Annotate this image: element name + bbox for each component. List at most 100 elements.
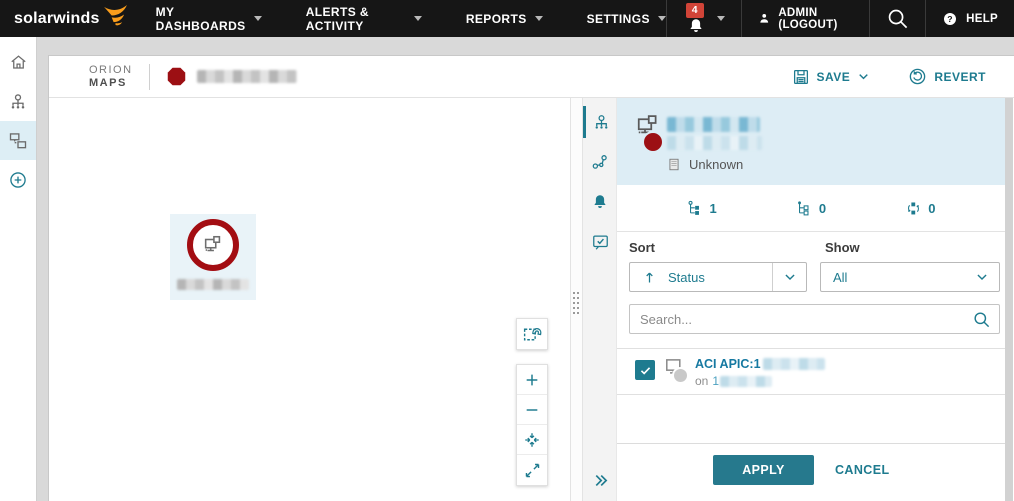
sidebar-item-maps[interactable]: [0, 121, 36, 160]
fit-to-center-button[interactable]: [517, 425, 547, 455]
chevron-down-icon: [254, 16, 262, 21]
count-child-entities-down[interactable]: 0: [796, 200, 826, 217]
plus-circle-icon: [8, 170, 28, 190]
collapse-panel-button[interactable]: [583, 468, 617, 492]
map-title-redacted: [197, 70, 297, 83]
help-menu[interactable]: ? HELP: [925, 0, 1014, 37]
entity-list-item[interactable]: ACI APIC:1 on 1: [617, 348, 1005, 395]
chevron-down-icon: [658, 16, 666, 21]
count-related-maps[interactable]: 0: [905, 200, 935, 217]
count-child-entities[interactable]: 1: [687, 200, 717, 217]
search-submit-button[interactable]: [963, 310, 999, 329]
topbar-right-cluster: 4 ADMIN (LOGOUT): [666, 0, 1014, 37]
chevron-down-icon: [857, 70, 870, 83]
left-sidebar: [0, 37, 37, 501]
lasso-magnet-icon: [522, 324, 543, 345]
user-label: ADMIN (LOGOUT): [778, 7, 853, 31]
menu-label: SETTINGS: [587, 12, 650, 26]
entity-counts-row: 1 0 0: [617, 185, 1005, 232]
entity-subtitle: on 1: [695, 374, 772, 388]
sidebar-item-home[interactable]: [0, 43, 36, 82]
show-label: Show: [825, 240, 860, 255]
solarwinds-logo[interactable]: solarwinds: [0, 10, 128, 28]
tab-recommendations[interactable]: [583, 226, 617, 258]
chevron-down-icon: [717, 16, 725, 21]
double-chevron-right-icon: [592, 472, 609, 489]
header-divider: [149, 64, 150, 90]
count-value: 0: [819, 201, 826, 216]
minus-icon: [524, 402, 540, 418]
sidebar-item-new-map[interactable]: [0, 160, 36, 199]
notification-count-badge: 4: [686, 3, 704, 18]
entity-search-box: [629, 304, 1000, 334]
menu-my-dashboards[interactable]: MY DASHBOARDS: [156, 5, 262, 33]
brand-maps: MAPS: [89, 77, 133, 90]
zoom-tool-group: [516, 364, 548, 486]
menu-label: ALERTS & ACTIVITY: [306, 5, 406, 33]
dropdown-chevron: [772, 263, 806, 291]
entity-title: ACI APIC:1: [695, 357, 825, 371]
search-input[interactable]: [630, 312, 963, 327]
fullscreen-button[interactable]: [517, 455, 547, 485]
node-label-redacted: [177, 279, 249, 290]
menu-settings[interactable]: SETTINGS: [587, 5, 666, 33]
panel-splitter[interactable]: [570, 98, 583, 501]
chevron-down-icon: [975, 270, 989, 284]
map-canvas[interactable]: [49, 98, 570, 501]
map-node-selected[interactable]: [170, 214, 256, 300]
entity-subtitle-redacted: [667, 136, 762, 150]
svg-text:?: ?: [947, 14, 953, 24]
critical-status-dot: [642, 131, 664, 153]
maps-header: ORION MAPS SAVE: [49, 56, 1014, 98]
tab-entity-structure[interactable]: [583, 106, 617, 138]
menu-reports[interactable]: REPORTS: [466, 5, 543, 33]
revert-button[interactable]: REVERT: [908, 67, 986, 86]
related-maps-icon: [905, 200, 922, 217]
message-check-icon: [591, 233, 610, 252]
count-value: 1: [710, 201, 717, 216]
entity-checkbox-checked[interactable]: [635, 360, 655, 380]
critical-status-octagon-icon: [166, 66, 187, 87]
help-icon: ?: [942, 11, 958, 27]
chevron-down-icon: [535, 16, 543, 21]
zoom-out-button[interactable]: [517, 395, 547, 425]
child-map-entities-filled-icon: [687, 200, 704, 217]
entity-name-redacted: [667, 117, 760, 132]
save-label: SAVE: [817, 70, 851, 84]
logo-text: solarwinds: [14, 10, 100, 28]
zoom-in-button[interactable]: [517, 365, 547, 395]
cancel-button[interactable]: CANCEL: [835, 455, 889, 485]
sort-dropdown[interactable]: Status: [629, 262, 807, 292]
bell-glyph-icon: [687, 17, 705, 35]
apply-button[interactable]: APPLY: [713, 455, 814, 485]
selected-entity-header: Unknown: [617, 98, 1005, 185]
menu-label: REPORTS: [466, 12, 527, 26]
sidebar-item-groups[interactable]: [0, 82, 36, 121]
lasso-select-tool-button[interactable]: [516, 318, 548, 350]
panel-scrollbar[interactable]: [1005, 98, 1013, 501]
bell-icon[interactable]: 4: [683, 2, 709, 36]
entity-title-text: ACI APIC:1: [695, 357, 761, 371]
tab-alerts[interactable]: [583, 186, 617, 218]
subtitle-redacted: [720, 376, 772, 387]
search-icon: [972, 310, 991, 329]
entity-title-redacted: [763, 358, 825, 370]
person-icon: [758, 10, 770, 27]
global-search-button[interactable]: [869, 0, 925, 37]
save-button[interactable]: SAVE: [792, 68, 871, 86]
show-dropdown[interactable]: All: [820, 262, 1000, 292]
child-map-entities-empty-icon: [796, 200, 813, 217]
bell-icon: [591, 193, 609, 211]
main-menu: MY DASHBOARDS ALERTS & ACTIVITY REPORTS …: [156, 5, 666, 33]
user-menu[interactable]: ADMIN (LOGOUT): [741, 0, 869, 37]
menu-alerts-activity[interactable]: ALERTS & ACTIVITY: [306, 5, 422, 33]
save-floppy-icon: [792, 68, 810, 86]
notifications-menu[interactable]: 4: [666, 0, 741, 37]
footer-divider: [617, 443, 1005, 444]
center-arrows-icon: [523, 431, 541, 449]
search-icon: [886, 7, 909, 30]
check-icon: [639, 364, 652, 377]
top-navigation-bar: solarwinds MY DASHBOARDS ALERTS & ACTIVI…: [0, 0, 1014, 37]
node-critical-ring: [187, 219, 239, 271]
tab-related-entities[interactable]: [583, 146, 617, 178]
